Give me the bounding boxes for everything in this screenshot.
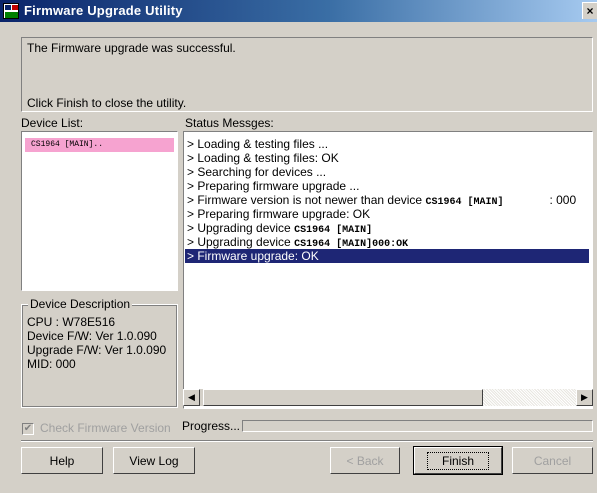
title-bar[interactable]: Firmware Upgrade Utility × — [0, 0, 597, 22]
device-mid: MID: 000 — [27, 357, 76, 371]
scroll-thumb[interactable] — [203, 389, 483, 406]
message-panel: The Firmware upgrade was successful. Cli… — [21, 37, 593, 112]
status-line: > Preparing firmware upgrade ... — [187, 179, 360, 193]
device-list-item[interactable]: CS1964 [MAIN].. — [25, 138, 174, 152]
close-icon: × — [586, 4, 594, 18]
horizontal-scrollbar[interactable]: ◀ ▶ — [183, 389, 593, 406]
arrow-right-icon: ▶ — [581, 392, 588, 402]
device-description-title: Device Description — [28, 297, 133, 311]
message-line-2: Click Finish to close the utility. — [27, 96, 187, 110]
device-list-label: Device List: — [21, 116, 84, 130]
scroll-right-button[interactable]: ▶ — [576, 389, 593, 406]
check-firmware-checkbox[interactable]: ✔ — [22, 423, 34, 435]
status-line-selected[interactable]: > Firmware upgrade: OK — [185, 249, 589, 263]
view-log-button[interactable]: View Log — [113, 447, 195, 474]
back-button[interactable]: < Back — [330, 447, 400, 474]
upgrade-fw: Upgrade F/W: Ver 1.0.090 — [27, 343, 167, 357]
device-cpu: CPU : W78E516 — [27, 315, 116, 329]
cancel-button[interactable]: Cancel — [512, 447, 593, 474]
status-messages-list[interactable]: > Loading & testing files ... > Loading … — [183, 131, 593, 409]
app-icon — [3, 3, 19, 19]
status-messages-label: Status Messges: — [185, 116, 274, 130]
checkmark-icon: ✔ — [23, 423, 33, 434]
scroll-track[interactable] — [483, 389, 576, 406]
device-fw: Device F/W: Ver 1.0.090 — [27, 329, 157, 343]
finish-button[interactable]: Finish — [413, 446, 503, 475]
status-line: > Loading & testing files: OK — [187, 151, 339, 165]
device-list[interactable]: CS1964 [MAIN].. — [21, 131, 178, 291]
scroll-left-button[interactable]: ◀ — [183, 389, 200, 406]
window-title: Firmware Upgrade Utility — [24, 3, 183, 18]
message-line-1: The Firmware upgrade was successful. — [27, 41, 236, 55]
device-description-group: Device Description CPU : W78E516 Device … — [21, 297, 178, 408]
check-firmware-label: Check Firmware Version — [40, 421, 171, 435]
status-line: > Loading & testing files ... — [187, 137, 329, 151]
status-line: > Preparing firmware upgrade: OK — [187, 207, 371, 221]
arrow-left-icon: ◀ — [188, 392, 195, 402]
help-button[interactable]: Help — [21, 447, 103, 474]
status-line: > Firmware version is not newer than dev… — [187, 193, 577, 208]
status-line: > Upgrading device CS1964 [MAIN]000:OK — [187, 235, 409, 250]
status-line: > Upgrading device CS1964 [MAIN] — [187, 221, 373, 236]
status-line: > Searching for devices ... — [187, 165, 327, 179]
progress-label: Progress... — [182, 419, 241, 433]
separator — [21, 440, 593, 442]
device-name: CS1964 [MAIN] — [425, 197, 504, 208]
close-button[interactable]: × — [582, 2, 597, 19]
progress-bar — [242, 420, 593, 432]
